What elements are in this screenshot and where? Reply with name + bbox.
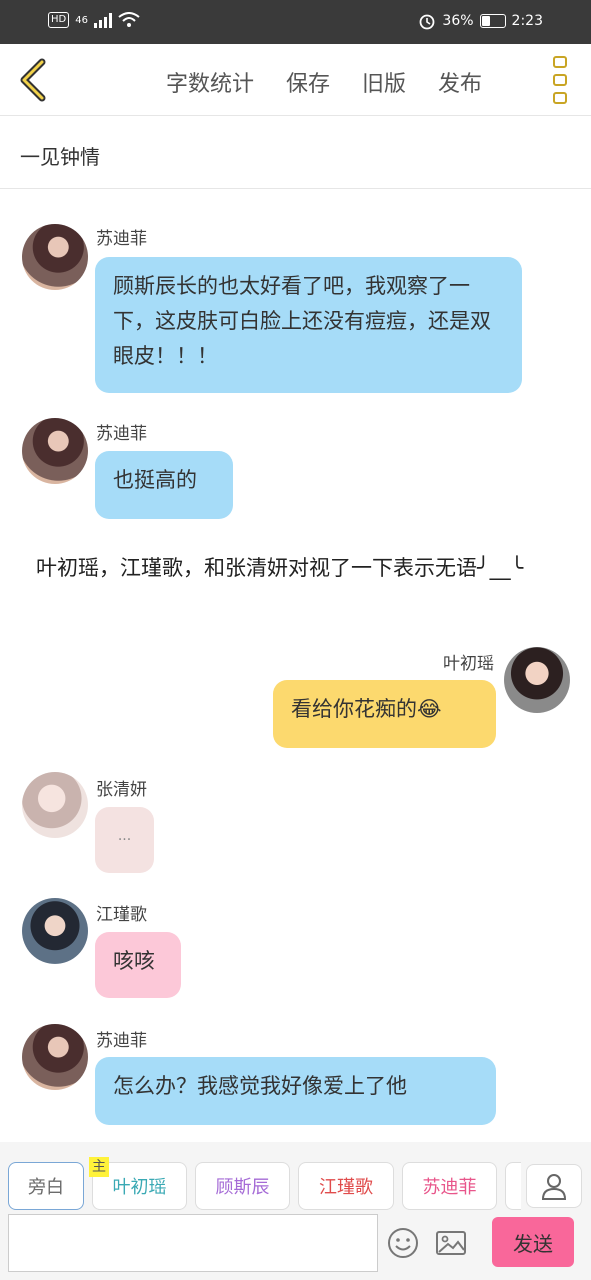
role-label: 旁白 (28, 1177, 64, 1198)
role-label: 顾斯辰 (215, 1177, 270, 1198)
more-menu-button[interactable] (553, 56, 569, 104)
main-role-badge: 主 (89, 1157, 109, 1177)
role-label: 苏迪菲 (422, 1177, 477, 1198)
role-tab[interactable]: 江瑾歌 (298, 1162, 394, 1210)
clock: 2:23 (511, 13, 543, 29)
sender-name: 江瑾歌 (96, 905, 147, 925)
more-dot-icon (553, 56, 567, 68)
avatar[interactable] (22, 1024, 88, 1090)
top-bar: 字数统计 保存 旧版 发布 (0, 44, 591, 116)
person-icon (541, 1174, 567, 1200)
message-input[interactable] (8, 1214, 378, 1272)
message-bubble[interactable]: 看给你花痴的😂 (273, 680, 496, 748)
back-button[interactable] (14, 58, 54, 102)
chevron-left-icon (20, 58, 46, 102)
sender-name: 苏迪菲 (96, 229, 147, 249)
avatar[interactable] (22, 772, 88, 838)
story-title-bar[interactable]: 一见钟情 (0, 117, 591, 189)
sender-name: 苏迪菲 (96, 1031, 147, 1051)
alarm-icon (420, 14, 435, 30)
more-dot-icon (553, 92, 567, 104)
smiley-icon (388, 1228, 418, 1258)
story-title: 一见钟情 (20, 145, 100, 169)
sender-name: 叶初瑶 (443, 654, 494, 674)
image-icon (436, 1231, 466, 1255)
send-button[interactable]: 发送 (492, 1217, 574, 1267)
battery-percent: 36% (442, 13, 474, 29)
role-label: 江瑾歌 (319, 1177, 373, 1198)
publish-button[interactable]: 发布 (438, 66, 482, 98)
sender-name: 苏迪菲 (96, 424, 147, 444)
input-panel: 旁白 主 叶初瑶 顾斯辰 江瑾歌 苏迪菲 发送 (0, 1142, 591, 1280)
message-bubble[interactable]: 顾斯辰长的也太好看了吧，我观察了一下，这皮肤可白脸上还没有痘痘，还是双眼皮！！！ (95, 257, 522, 393)
image-button[interactable] (434, 1226, 468, 1260)
emoji-button[interactable] (386, 1226, 420, 1260)
save-button[interactable]: 保存 (286, 66, 330, 98)
message-bubble[interactable]: 怎么办？我感觉我好像爱上了他 (95, 1057, 496, 1125)
avatar[interactable] (22, 224, 88, 290)
avatar[interactable] (22, 898, 88, 964)
more-dot-icon (553, 74, 567, 86)
narration-text[interactable]: 叶初瑶，江瑾歌，和张清妍对视了一下表示无语╯__╰ (36, 552, 566, 584)
signal-icon (93, 12, 112, 28)
avatar[interactable] (22, 418, 88, 484)
top-actions: 字数统计 保存 旧版 发布 (166, 66, 482, 98)
role-tab-main[interactable]: 主 叶初瑶 (89, 1157, 187, 1210)
role-tab[interactable]: 顾斯辰 (195, 1162, 290, 1210)
role-label: 叶初瑶 (112, 1177, 167, 1198)
sender-name: 张清妍 (96, 780, 147, 800)
message-bubble[interactable]: 也挺高的 (95, 451, 233, 519)
role-tab-partial[interactable] (505, 1162, 521, 1210)
role-manage-button[interactable] (526, 1164, 582, 1208)
message-bubble[interactable]: ... (95, 807, 154, 873)
role-tab-narrator[interactable]: 旁白 (8, 1162, 84, 1210)
avatar[interactable] (504, 647, 570, 713)
chat-area[interactable]: 苏迪菲 顾斯辰长的也太好看了吧，我观察了一下，这皮肤可白脸上还没有痘痘，还是双眼… (0, 190, 591, 1140)
wifi-icon (118, 12, 140, 27)
message-bubble[interactable]: 咳咳 (95, 932, 181, 998)
word-count-button[interactable]: 字数统计 (166, 66, 254, 98)
hd-indicator: HD (48, 12, 70, 28)
send-label: 发送 (513, 1231, 553, 1256)
role-tab[interactable]: 苏迪菲 (402, 1162, 497, 1210)
battery-icon (479, 14, 506, 28)
status-bar: HD 46 36% 2:23 (0, 0, 591, 44)
old-version-button[interactable]: 旧版 (362, 66, 406, 98)
network-label: 46 (75, 14, 88, 26)
